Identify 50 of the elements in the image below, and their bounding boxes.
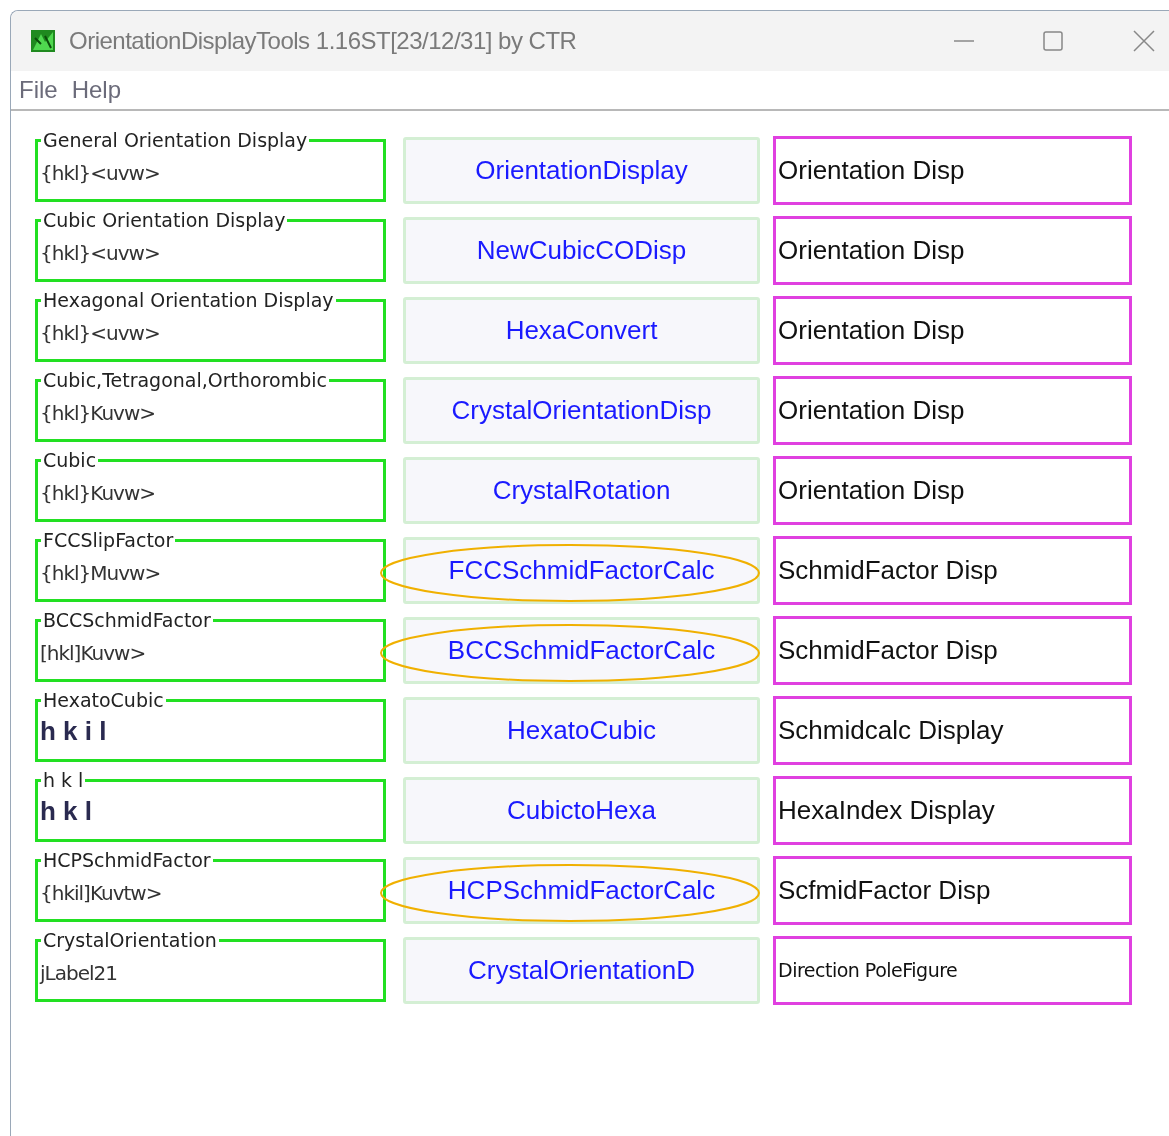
group-title: Cubic,Tetragonal,Orthorombic: [42, 369, 328, 391]
display-label: ScfmidFactor Disp: [778, 874, 991, 907]
window-title: OrientationDisplayTools 1.16ST[23/12/31] by CTR: [69, 26, 577, 56]
display-label: Orientation Disp: [778, 394, 965, 427]
menu-item[interactable]: File: [19, 72, 58, 108]
group-title: HCPSchmidFactor: [42, 849, 212, 871]
value-label: jLabel21: [40, 960, 117, 987]
close-icon[interactable]: [1133, 30, 1155, 52]
tool-button[interactable]: HexaConvert: [403, 297, 760, 364]
group-title: BCCSchmidFactor: [42, 609, 212, 631]
display-label: Orientation Disp: [778, 154, 965, 187]
group-title: FCCSlipFactor: [42, 529, 175, 551]
tool-button[interactable]: FCCSchmidFactorCalc: [403, 537, 760, 604]
display-label: Orientation Disp: [778, 234, 965, 267]
tool-button[interactable]: OrientationDisplay: [403, 137, 760, 204]
group-title: Cubic Orientation Display: [42, 209, 287, 231]
value-label: {hkl}<uvw>: [40, 240, 160, 267]
tool-button[interactable]: HexatoCubic: [403, 697, 760, 764]
display-label: Direction PoleFigure: [778, 958, 958, 984]
maximize-icon[interactable]: [1043, 31, 1063, 51]
tool-button[interactable]: CrystalOrientationDisp: [403, 377, 760, 444]
value-label: [hkl]Kuvw>: [40, 640, 146, 667]
value-label: {hkl}<uvw>: [40, 320, 160, 347]
group-title: Cubic: [42, 449, 98, 471]
value-label: h k i l: [40, 715, 107, 747]
value-label: {hkl}Kuvw>: [40, 400, 155, 427]
value-label: {hkil]Kuvtw>: [40, 880, 162, 907]
value-label: {hkl}Muvw>: [40, 560, 161, 587]
display-label: HexaIndex Display: [778, 794, 995, 827]
group-title: Hexagonal Orientation Display: [42, 289, 335, 311]
group-title: General Orientation Display: [42, 129, 309, 151]
group-title: HexatoCubic: [42, 689, 165, 711]
app-icon: [31, 30, 55, 52]
tool-button[interactable]: CubictoHexa: [403, 777, 760, 844]
group-title: h k l: [42, 769, 85, 791]
tool-button[interactable]: HCPSchmidFactorCalc: [403, 857, 760, 924]
display-label: SchmidFactor Disp: [778, 554, 998, 587]
display-label: Schmidcalc Display: [778, 714, 1004, 747]
group-title: CrystalOrientation: [42, 929, 218, 951]
value-label: {hkl}<uvw>: [40, 160, 160, 187]
tool-button[interactable]: CrystalOrientationD: [403, 937, 760, 1004]
tool-button[interactable]: NewCubicCODisp: [403, 217, 760, 284]
value-label: h k l: [40, 795, 92, 827]
menu-item[interactable]: Help: [71, 72, 122, 108]
display-label: SchmidFactor Disp: [778, 634, 998, 667]
display-label: Orientation Disp: [778, 474, 965, 507]
value-label: {hkl}Kuvw>: [40, 480, 155, 507]
tool-button[interactable]: BCCSchmidFactorCalc: [403, 617, 760, 684]
tool-button[interactable]: CrystalRotation: [403, 457, 760, 524]
display-label: Orientation Disp: [778, 314, 965, 347]
